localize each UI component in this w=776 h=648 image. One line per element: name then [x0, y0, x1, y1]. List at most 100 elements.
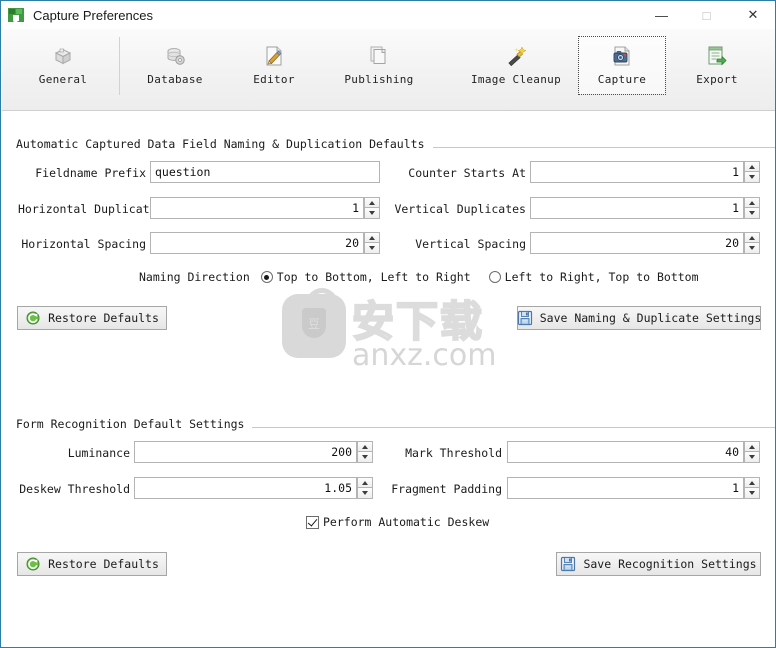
- spinner-up-icon[interactable]: [744, 161, 760, 172]
- window-controls: — □ ✕: [639, 1, 775, 29]
- tab-database-label: Database: [147, 73, 203, 86]
- spinner-mark-threshold[interactable]: 40: [507, 441, 760, 463]
- floppy-save-icon: [560, 556, 576, 572]
- label-fieldname-prefix: Fieldname Prefix: [35, 166, 146, 180]
- watermark-logo-glyph: 豆: [302, 308, 326, 338]
- spinner-down-icon[interactable]: [357, 452, 373, 463]
- label-counter-starts-at: Counter Starts At: [408, 166, 526, 180]
- spinner-deskew-threshold[interactable]: 1.05: [134, 477, 373, 499]
- spinner-up-icon[interactable]: [744, 232, 760, 243]
- radio-top-to-bottom-label: Top to Bottom, Left to Right: [276, 270, 471, 284]
- tab-export[interactable]: Export: [674, 37, 760, 94]
- spinner-down-icon[interactable]: [744, 172, 760, 183]
- pages-stack-icon: [366, 43, 392, 69]
- spinner-counter-starts-at-value[interactable]: 1: [530, 161, 744, 183]
- site-watermark: 豆 安下载 anxz.com: [274, 286, 514, 386]
- spinner-fragment-padding[interactable]: 1: [507, 477, 760, 499]
- close-button[interactable]: ✕: [729, 1, 775, 29]
- spinner-up-icon[interactable]: [357, 441, 373, 452]
- save-naming-duplicate-label: Save Naming & Duplicate Settings: [539, 311, 762, 325]
- watermark-url-text: anxz.com: [352, 338, 497, 373]
- radio-unselected-icon[interactable]: [488, 271, 501, 283]
- refresh-icon: [25, 556, 41, 572]
- radio-left-to-right[interactable]: Left to Right, Top to Bottom: [488, 270, 699, 284]
- spinner-down-icon[interactable]: [364, 208, 380, 219]
- spinner-fragment-padding-value[interactable]: 1: [507, 477, 744, 499]
- spinner-counter-starts-at[interactable]: 1: [530, 161, 760, 183]
- spinner-down-icon[interactable]: [744, 208, 760, 219]
- spinner-down-icon[interactable]: [364, 243, 380, 254]
- tab-capture[interactable]: Capture: [578, 36, 666, 95]
- spinner-vertical-duplicates-value[interactable]: 1: [530, 197, 744, 219]
- spinner-mark-threshold-value[interactable]: 40: [507, 441, 744, 463]
- label-horizontal-duplicates: Horizontal Duplicates: [18, 202, 164, 216]
- label-vertical-duplicates: Vertical Duplicates: [394, 202, 526, 216]
- spinner-vertical-spacing[interactable]: 20: [530, 232, 760, 254]
- section-rule: [432, 147, 775, 148]
- watermark-logo: 豆: [282, 288, 346, 358]
- capture-settings-panel: 豆 安下载 anxz.com Automatic Captured Data F…: [2, 111, 775, 647]
- restore-defaults-recognition-button[interactable]: Restore Defaults: [17, 552, 167, 576]
- app-icon: [8, 7, 24, 23]
- tab-publishing-label: Publishing: [344, 73, 414, 86]
- spinner-horizontal-spacing[interactable]: 20: [150, 232, 380, 254]
- spinner-up-icon[interactable]: [744, 197, 760, 208]
- spinner-up-icon[interactable]: [364, 232, 380, 243]
- radio-left-to-right-label: Left to Right, Top to Bottom: [504, 270, 699, 284]
- watermark-chinese-text: 安下载: [351, 296, 485, 347]
- tab-editor-label: Editor: [253, 73, 295, 86]
- refresh-icon: [25, 310, 41, 326]
- spinner-up-icon[interactable]: [357, 477, 373, 488]
- tab-publishing[interactable]: Publishing: [336, 37, 422, 94]
- tab-export-label: Export: [696, 73, 738, 86]
- tab-image-cleanup[interactable]: Image Cleanup: [461, 37, 571, 94]
- spinner-down-icon[interactable]: [744, 488, 760, 499]
- spinner-horizontal-duplicates-value[interactable]: 1: [150, 197, 364, 219]
- restore-defaults-naming-button[interactable]: Restore Defaults: [17, 306, 167, 330]
- tab-image-cleanup-label: Image Cleanup: [471, 73, 561, 86]
- spinner-down-icon[interactable]: [744, 243, 760, 254]
- label-fragment-padding: Fragment Padding: [391, 482, 502, 496]
- spinner-up-icon[interactable]: [744, 477, 760, 488]
- database-gear-icon: [162, 43, 188, 69]
- label-naming-direction: Naming Direction: [139, 270, 250, 284]
- radio-selected-icon[interactable]: [260, 271, 273, 283]
- tab-editor[interactable]: Editor: [231, 37, 317, 94]
- title-bar: Capture Preferences — □ ✕: [1, 1, 775, 29]
- spinner-horizontal-spacing-value[interactable]: 20: [150, 232, 364, 254]
- save-recognition-settings-label: Save Recognition Settings: [583, 557, 757, 571]
- spinner-down-icon[interactable]: [357, 488, 373, 499]
- spinner-deskew-threshold-value[interactable]: 1.05: [134, 477, 357, 499]
- cube-icon: [50, 43, 76, 69]
- minimize-button[interactable]: —: [639, 1, 684, 29]
- label-vertical-spacing: Vertical Spacing: [415, 237, 526, 251]
- perform-automatic-deskew-checkbox[interactable]: Perform Automatic Deskew: [306, 515, 489, 529]
- preferences-toolbar: General Database Editor Publishing Image…: [2, 29, 775, 111]
- floppy-save-icon: [517, 310, 533, 326]
- spinner-luminance[interactable]: 200: [134, 441, 373, 463]
- save-recognition-settings-button[interactable]: Save Recognition Settings: [556, 552, 761, 576]
- spinner-up-icon[interactable]: [744, 441, 760, 452]
- section-title-recognition: Form Recognition Default Settings: [16, 417, 245, 431]
- tab-database[interactable]: Database: [132, 37, 218, 94]
- tab-general-label: General: [38, 73, 88, 86]
- save-naming-duplicate-button[interactable]: Save Naming & Duplicate Settings: [517, 306, 761, 330]
- naming-direction-group: Naming Direction Top to Bottom, Left to …: [139, 270, 717, 284]
- spinner-vertical-spacing-value[interactable]: 20: [530, 232, 744, 254]
- spinner-up-icon[interactable]: [364, 197, 380, 208]
- spinner-horizontal-duplicates[interactable]: 1: [150, 197, 380, 219]
- spinner-down-icon[interactable]: [744, 452, 760, 463]
- label-deskew-threshold: Deskew Threshold: [19, 482, 130, 496]
- input-fieldname-prefix[interactable]: question: [150, 161, 380, 183]
- tab-general[interactable]: General: [20, 37, 106, 94]
- checkbox-checked-icon[interactable]: [306, 515, 319, 529]
- spinner-counter-starts-at-buttons: [744, 161, 760, 183]
- section-rule: [252, 427, 775, 428]
- spinner-luminance-value[interactable]: 200: [134, 441, 357, 463]
- radio-top-to-bottom[interactable]: Top to Bottom, Left to Right: [260, 270, 471, 284]
- restore-defaults-naming-label: Restore Defaults: [48, 311, 159, 325]
- section-header-naming: Automatic Captured Data Field Naming & D…: [16, 137, 775, 151]
- maximize-button[interactable]: □: [684, 1, 729, 29]
- spinner-vertical-duplicates[interactable]: 1: [530, 197, 760, 219]
- export-arrow-icon: [704, 43, 730, 69]
